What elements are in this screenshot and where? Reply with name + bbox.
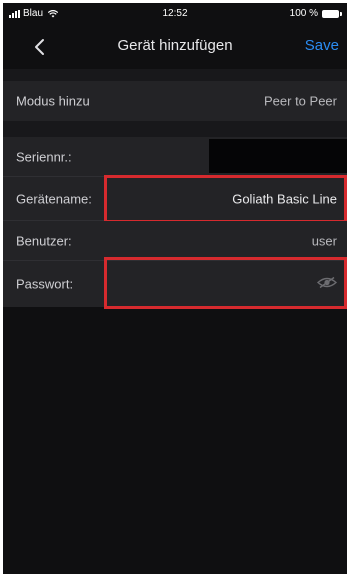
device-name-value[interactable]: Goliath Basic Line [232, 191, 337, 206]
device-name-label: Gerätename: [16, 191, 92, 206]
nav-bar: Gerät hinzufügen Save [3, 25, 347, 69]
mode-row[interactable]: Modus hinzu Peer to Peer [3, 81, 347, 121]
phone-screen: Blau 12:52 100 % Gerät hinzufügen Save M… [3, 3, 347, 574]
serial-row: Seriennr.: [3, 137, 347, 177]
serial-label: Seriennr.: [16, 149, 72, 164]
user-row[interactable]: Benutzer: user [3, 221, 347, 261]
eye-icon[interactable] [316, 276, 338, 292]
save-button[interactable]: Save [305, 37, 339, 54]
page-title: Gerät hinzufügen [117, 37, 233, 54]
device-name-row[interactable]: Gerätename: Goliath Basic Line [3, 177, 347, 221]
user-value[interactable]: user [312, 233, 337, 248]
status-right: 100 % [289, 8, 342, 19]
status-bar: Blau 12:52 100 % [3, 3, 347, 25]
user-label: Benutzer: [16, 233, 72, 248]
section-gap [3, 69, 347, 81]
mode-value: Peer to Peer [264, 93, 337, 109]
battery-icon [322, 9, 342, 18]
serial-input[interactable] [209, 139, 347, 173]
mode-label: Modus hinzu [16, 93, 90, 109]
battery-label: 100 % [289, 8, 318, 19]
password-row[interactable]: Passwort: [3, 261, 347, 307]
section-gap [3, 121, 347, 137]
password-label: Passwort: [16, 276, 74, 292]
